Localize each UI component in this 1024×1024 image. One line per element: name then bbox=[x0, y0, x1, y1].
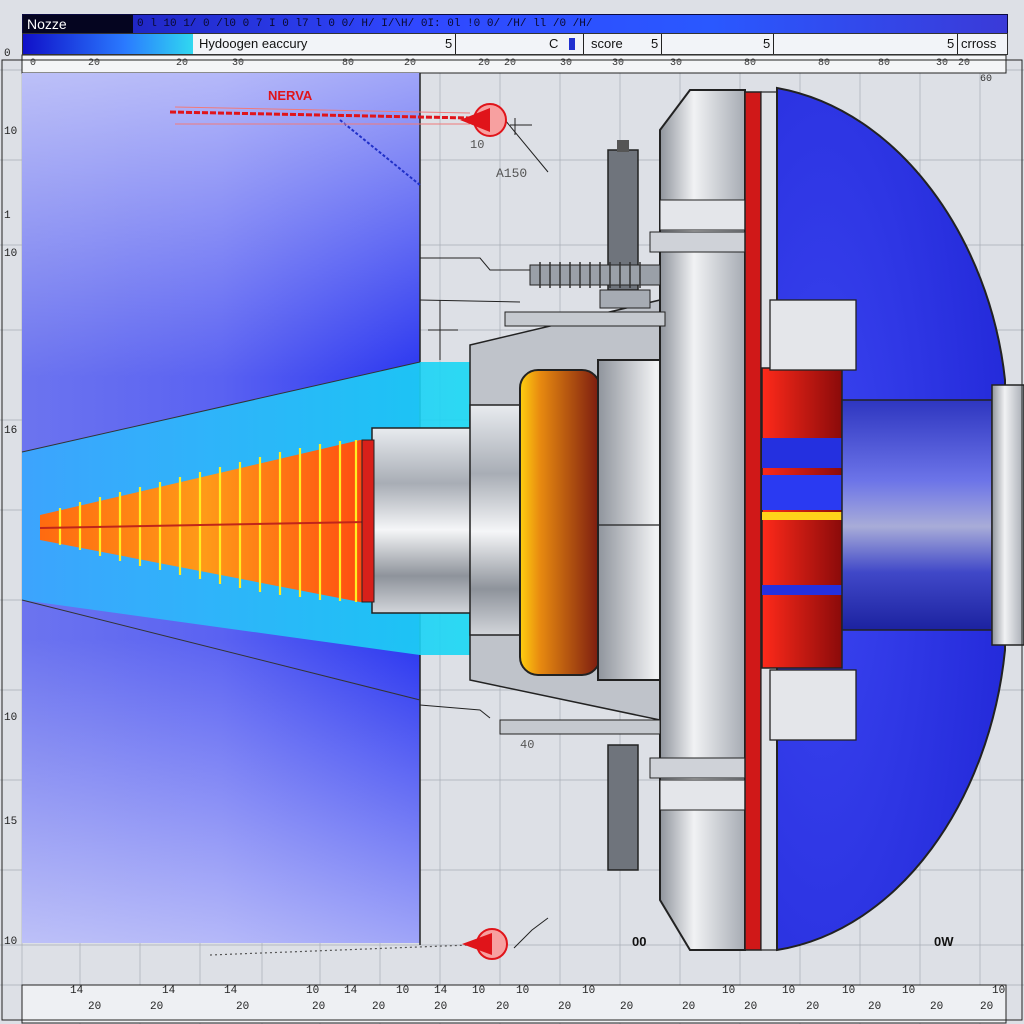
bottom-axis-label: 10 bbox=[722, 985, 736, 997]
bottom-axis-label: 20 bbox=[558, 1001, 572, 1013]
toolbar: Hydoogen eaccury 5 C score 5 5 5 crross bbox=[22, 33, 1008, 55]
bottom-axis-label: 20 bbox=[930, 1001, 944, 1013]
left-axis-label: 10 bbox=[4, 936, 18, 948]
bottom-axis-label: 20 bbox=[372, 1001, 386, 1013]
bottom-axis-label: 10 bbox=[582, 985, 596, 997]
a150-label: A150 bbox=[496, 166, 528, 181]
score-value[interactable]: 5 bbox=[651, 34, 658, 54]
top-axis-label: 20 bbox=[504, 58, 517, 69]
bottom-axis-label: 20 bbox=[236, 1001, 250, 1013]
title-bar-ticks: 0 l 10 1/ 0 /l0 0 7 I 0 l7 l 0 0/ H/ I/\… bbox=[137, 18, 593, 30]
bottom-axis-label: 20 bbox=[744, 1001, 758, 1013]
engine-cross-section-drawing bbox=[0, 54, 1024, 1024]
bottom-axis-label: 20 bbox=[868, 1001, 882, 1013]
bottom-axis-label: 10 bbox=[396, 985, 410, 997]
bottom-axis-label: 10 bbox=[472, 985, 486, 997]
top-axis-label: 30 bbox=[612, 58, 625, 69]
bottom-axis-label: 20 bbox=[88, 1001, 102, 1013]
left-axis-label: 10 bbox=[4, 248, 18, 260]
top-axis-label: 30 bbox=[232, 58, 245, 69]
bottom-axis-label: 10 bbox=[842, 985, 856, 997]
field3-value[interactable]: 5 bbox=[763, 34, 770, 54]
top-axis-label: 60 bbox=[980, 74, 993, 85]
score-swatch bbox=[569, 38, 575, 50]
bottom-axis-label: 10 bbox=[902, 985, 916, 997]
left-axis-label: 1 bbox=[4, 210, 11, 222]
top-axis-label: 20 bbox=[478, 58, 491, 69]
n40-label: 40 bbox=[520, 738, 535, 752]
bottom-axis-label: 14 bbox=[70, 985, 84, 997]
bottom-axis-label: 20 bbox=[980, 1001, 994, 1013]
hydrogen-field-label[interactable]: Hydoogen eaccury bbox=[199, 34, 307, 54]
nozzle-throat bbox=[371, 427, 473, 614]
bottom-axis-label: 14 bbox=[344, 985, 358, 997]
bottom-axis-label: 20 bbox=[806, 1001, 820, 1013]
toolbar-gradient bbox=[23, 34, 193, 54]
left-axis-label: 15 bbox=[4, 816, 18, 828]
top-axis-label: 20 bbox=[404, 58, 417, 69]
window-title: Nozze bbox=[23, 15, 133, 33]
top-actuator bbox=[504, 140, 666, 327]
left-axis-label: 10 bbox=[4, 126, 18, 138]
top-axis-label: 30 bbox=[670, 58, 683, 69]
hydrogen-field-value[interactable]: 5 bbox=[445, 34, 452, 54]
reactor-core bbox=[519, 369, 601, 676]
nerva-label: NERVA bbox=[268, 88, 313, 103]
flange bbox=[649, 89, 751, 951]
bottom-axis-label: 20 bbox=[682, 1001, 696, 1013]
top-axis-label: 20 bbox=[176, 58, 189, 69]
bottom-axis-label: 14 bbox=[224, 985, 238, 997]
top-axis-label: 80 bbox=[342, 58, 355, 69]
bottom-axis-label: 10 bbox=[306, 985, 320, 997]
top-axis-label: 20 bbox=[88, 58, 101, 69]
bottom-axis-label: 20 bbox=[434, 1001, 448, 1013]
bottom-axis-label: 20 bbox=[620, 1001, 634, 1013]
label-00: 00 bbox=[632, 934, 647, 949]
top-axis-label: 20 bbox=[958, 58, 971, 69]
top-axis-label: 80 bbox=[878, 58, 891, 69]
top-axis-label: 30 bbox=[560, 58, 573, 69]
bottom-axis-label: 14 bbox=[434, 985, 448, 997]
reactor-ring bbox=[744, 91, 762, 951]
bottom-axis-label: 20 bbox=[496, 1001, 510, 1013]
left-axis-label: 10 bbox=[4, 712, 18, 724]
cad-viewport: Nozze 0 l 10 1/ 0 /l0 0 7 I 0 l7 l 0 0/ … bbox=[0, 0, 1024, 1024]
score-label: score bbox=[591, 36, 623, 51]
left-axis-label: 0 bbox=[4, 48, 11, 60]
top-axis-label: 30 bbox=[936, 58, 949, 69]
fuel-elements bbox=[761, 367, 843, 669]
bottom-axis-label: 10 bbox=[992, 985, 1006, 997]
top-axis-label: 0 bbox=[30, 58, 37, 69]
label-0w: 0W bbox=[934, 934, 954, 949]
bottom-axis-label: 10 bbox=[516, 985, 530, 997]
n10-label: 10 bbox=[470, 138, 485, 152]
bottom-axis-label: 20 bbox=[150, 1001, 164, 1013]
cross-label[interactable]: crross bbox=[961, 34, 996, 54]
top-axis-label: 80 bbox=[744, 58, 757, 69]
score-prefix[interactable]: C bbox=[549, 34, 558, 54]
bottom-axis-label: 14 bbox=[162, 985, 176, 997]
cross-value[interactable]: 5 bbox=[947, 34, 954, 54]
bottom-axis-labels: 14 14 14 10 14 10 14 10 10 10 10 10 10 1… bbox=[22, 985, 1006, 1015]
bottom-axis-label: 10 bbox=[782, 985, 796, 997]
left-axis-label: 16 bbox=[4, 425, 18, 437]
drive-shaft bbox=[841, 399, 993, 631]
bottom-axis-label: 20 bbox=[312, 1001, 326, 1013]
title-bar: Nozze 0 l 10 1/ 0 /l0 0 7 I 0 l7 l 0 0/ … bbox=[22, 14, 1008, 34]
top-axis-label: 80 bbox=[818, 58, 831, 69]
